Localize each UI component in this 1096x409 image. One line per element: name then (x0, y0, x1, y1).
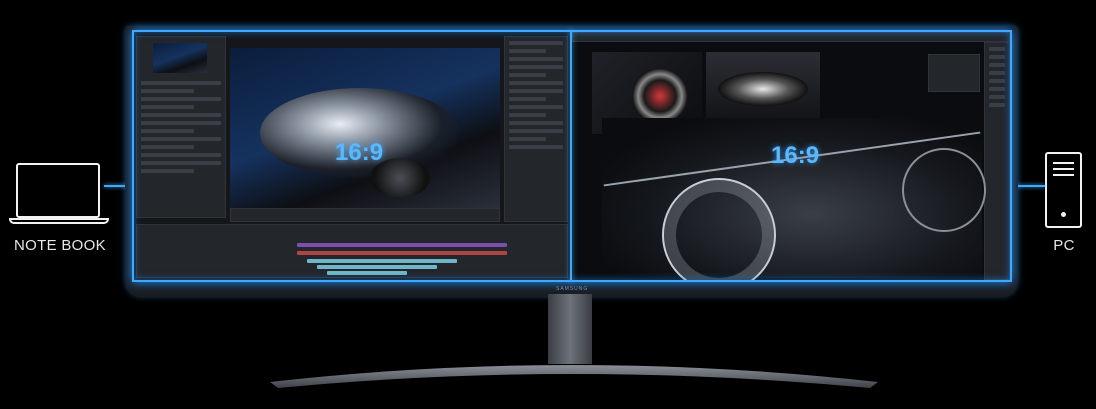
screen-highlight-frame (132, 30, 1012, 282)
desktop-tower-icon (1045, 152, 1082, 228)
laptop-base-outline (9, 218, 109, 224)
right-ratio-label: 16:9 (771, 142, 820, 169)
laptop-screen-outline (16, 163, 100, 218)
notebook-label: NOTE BOOK (14, 237, 106, 254)
left-ratio-label: 16:9 (335, 139, 384, 166)
pc-label: PC (1053, 237, 1075, 254)
brand-logo: SAMSUNG (556, 286, 589, 292)
split-divider (570, 30, 572, 282)
monitor-stand-base (270, 365, 878, 388)
